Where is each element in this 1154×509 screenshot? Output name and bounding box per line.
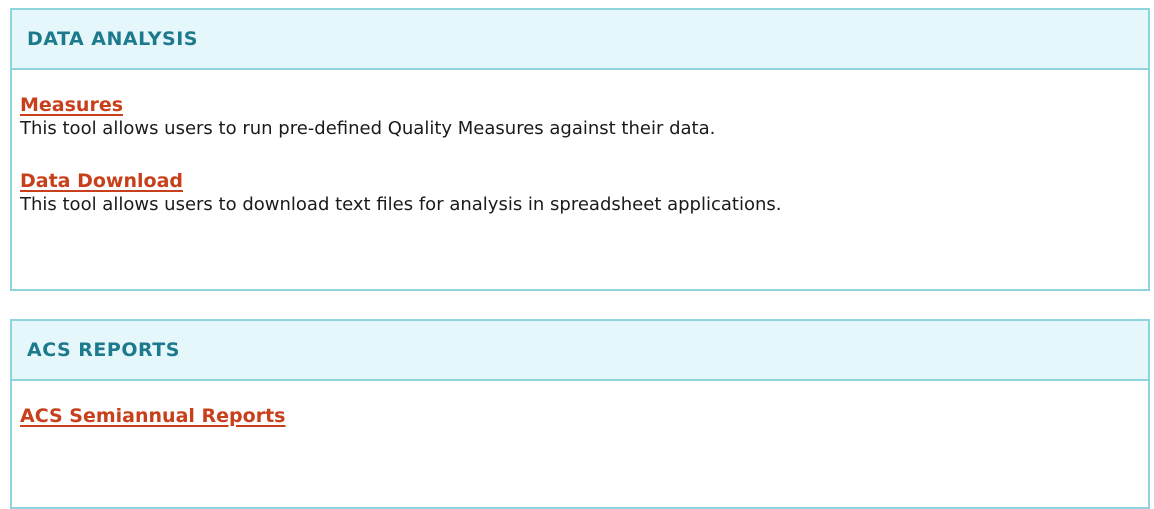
data-download-entry: Data Download This tool allows users to … — [20, 169, 1148, 217]
acs-semiannual-reports-link[interactable]: ACS Semiannual Reports — [20, 404, 285, 428]
acs-reports-title: ACS REPORTS — [27, 339, 180, 361]
data-download-description: This tool allows users to download text … — [20, 194, 782, 215]
data-analysis-panel: DATA ANALYSIS Measures This tool allows … — [10, 8, 1150, 291]
measures-entry: Measures This tool allows users to run p… — [20, 93, 1148, 141]
data-analysis-title: DATA ANALYSIS — [27, 28, 198, 50]
acs-reports-body: ACS Semiannual Reports — [12, 381, 1148, 428]
data-analysis-body: Measures This tool allows users to run p… — [12, 70, 1148, 217]
acs-reports-header: ACS REPORTS — [12, 321, 1148, 381]
data-download-link[interactable]: Data Download — [20, 169, 183, 193]
measures-link[interactable]: Measures — [20, 93, 123, 117]
acs-semiannual-entry: ACS Semiannual Reports — [20, 404, 1148, 428]
measures-description: This tool allows users to run pre-define… — [20, 118, 716, 139]
acs-reports-panel: ACS REPORTS ACS Semiannual Reports — [10, 319, 1150, 509]
data-analysis-header: DATA ANALYSIS — [12, 10, 1148, 70]
